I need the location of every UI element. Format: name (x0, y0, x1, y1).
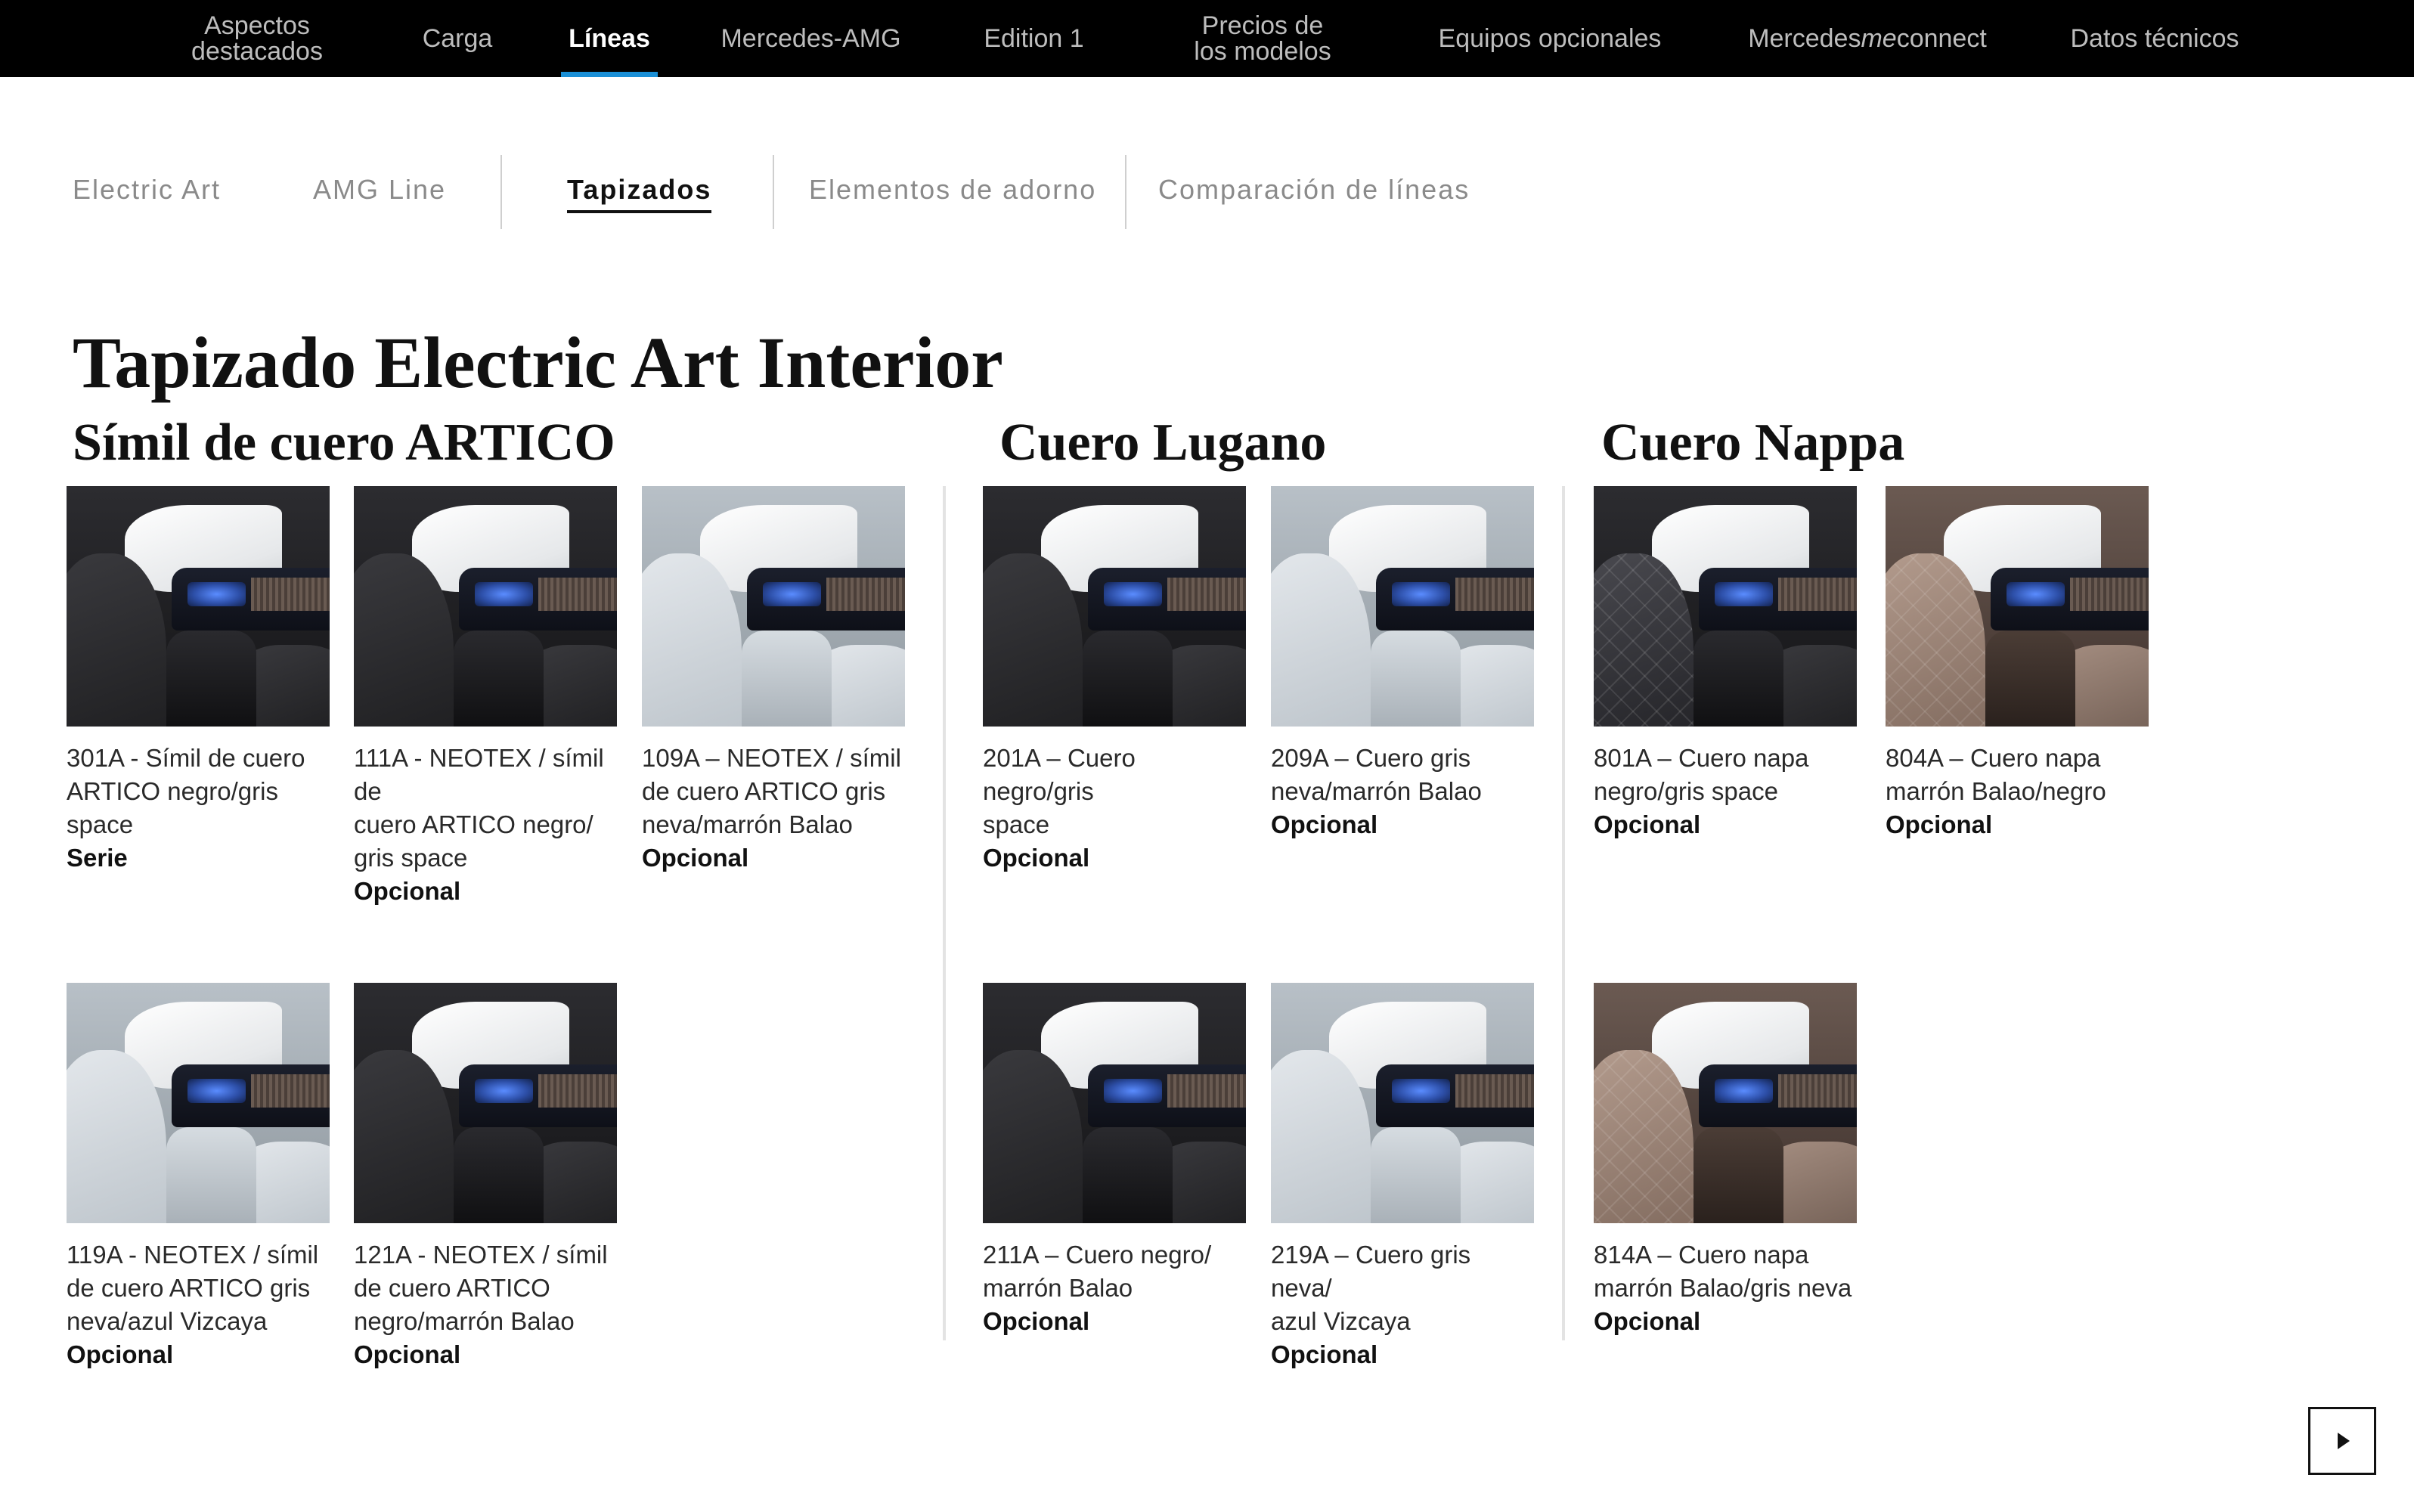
tab-elementos-adorno[interactable]: Elementos de adorno (809, 174, 1096, 206)
upholstery-status: Opcional (983, 844, 1090, 872)
tab-divider (773, 155, 774, 229)
upholstery-status: Opcional (1594, 810, 1701, 838)
upholstery-description: 219A – Cuero gris neva/ azul Vizcaya (1271, 1241, 1471, 1335)
nav-item-datos-tecnicos[interactable]: Datos técnicos (2064, 0, 2245, 77)
upholstery-swatch-image (354, 983, 617, 1223)
upholstery-status: Opcional (642, 844, 749, 872)
upholstery-description: 814A – Cuero napa marrón Balao/gris neva (1594, 1241, 1852, 1302)
upholstery-card-814a[interactable]: 814A – Cuero napa marrón Balao/gris neva… (1594, 983, 1857, 1338)
upholstery-description: 209A – Cuero gris neva/marrón Balao (1271, 744, 1482, 805)
upholstery-swatch-image (354, 486, 617, 727)
upholstery-status: Opcional (1271, 1340, 1378, 1368)
play-icon (2338, 1433, 2350, 1449)
upholstery-swatch-image (1886, 486, 2149, 727)
upholstery-status: Opcional (1271, 810, 1378, 838)
column-divider (943, 486, 946, 1340)
upholstery-swatch-image (1594, 983, 1857, 1223)
upholstery-status: Opcional (983, 1307, 1090, 1335)
upholstery-card-209a[interactable]: 209A – Cuero gris neva/marrón Balao Opci… (1271, 486, 1534, 841)
tab-divider (500, 155, 502, 229)
upholstery-card-301a[interactable]: 301A - Símil de cuero ARTICO negro/gris … (67, 486, 330, 875)
upholstery-status: Opcional (354, 877, 461, 905)
section-title-lugano: Cuero Lugano (999, 414, 1327, 472)
nav-item-mercedes-me-connect[interactable]: Mercedes me connect (1731, 0, 2003, 77)
upholstery-description: 119A - NEOTEX / símil de cuero ARTICO gr… (67, 1241, 319, 1335)
tab-divider (1125, 155, 1126, 229)
upholstery-description: 301A - Símil de cuero ARTICO negro/gris … (67, 744, 305, 838)
sub-tabs: Electric Art AMG Line Tapizados Elemento… (0, 151, 2414, 234)
upholstery-description: 801A – Cuero napa negro/gris space (1594, 744, 1809, 805)
tab-electric-art[interactable]: Electric Art (73, 174, 221, 206)
section-title-nappa: Cuero Nappa (1601, 414, 1905, 472)
upholstery-card-109a[interactable]: 109A – NEOTEX / símil de cuero ARTICO gr… (642, 486, 905, 875)
upholstery-card-121a[interactable]: 121A - NEOTEX / símil de cuero ARTICO ne… (354, 983, 617, 1371)
upholstery-card-219a[interactable]: 219A – Cuero gris neva/ azul Vizcaya Opc… (1271, 983, 1534, 1371)
nav-label-me: me (1861, 24, 1897, 53)
upholstery-description: 201A – Cuero negro/gris space (983, 744, 1136, 838)
upholstery-swatch-image (642, 486, 905, 727)
upholstery-description: 211A – Cuero negro/ marrón Balao (983, 1241, 1212, 1302)
upholstery-description: 109A – NEOTEX / símil de cuero ARTICO gr… (642, 744, 901, 838)
tab-tapizados[interactable]: Tapizados (567, 174, 712, 213)
upholstery-status: Opcional (1886, 810, 1993, 838)
page-title: Tapizado Electric Art Interior (73, 322, 1003, 403)
nav-item-mercedes-amg[interactable]: Mercedes-AMG (711, 0, 911, 77)
upholstery-swatch-image (67, 486, 330, 727)
nav-item-precios-modelos[interactable]: Precios de los modelos (1179, 0, 1346, 77)
upholstery-swatch-image (983, 983, 1246, 1223)
upholstery-swatch-image (67, 983, 330, 1223)
tab-comparacion-lineas[interactable]: Comparación de líneas (1158, 174, 1470, 206)
upholstery-card-201a[interactable]: 201A – Cuero negro/gris space Opcional (983, 486, 1246, 875)
nav-item-equipos-opcionales[interactable]: Equipos opcionales (1421, 0, 1678, 77)
column-divider (1562, 486, 1565, 1340)
tab-amg-line[interactable]: AMG Line (313, 174, 446, 206)
section-title-artico: Símil de cuero ARTICO (73, 414, 615, 472)
upholstery-card-804a[interactable]: 804A – Cuero napa marrón Balao/negro Opc… (1886, 486, 2149, 841)
nav-item-lineas[interactable]: Líneas (561, 0, 658, 77)
upholstery-swatch-image (1594, 486, 1857, 727)
upholstery-status: Serie (67, 844, 128, 872)
upholstery-status: Opcional (1594, 1307, 1701, 1335)
nav-item-aspectos-destacados[interactable]: Aspectos destacados (166, 0, 348, 77)
upholstery-description: 111A - NEOTEX / símil de cuero ARTICO ne… (354, 744, 604, 872)
nav-label-part: Mercedes (1748, 24, 1861, 53)
upholstery-status: Opcional (67, 1340, 174, 1368)
top-navigation: Aspectos destacados Carga Líneas Mercede… (0, 0, 2414, 77)
nav-item-edition-1[interactable]: Edition 1 (971, 0, 1096, 77)
upholstery-card-111a[interactable]: 111A - NEOTEX / símil de cuero ARTICO ne… (354, 486, 617, 908)
upholstery-card-801a[interactable]: 801A – Cuero napa negro/gris space Opcio… (1594, 486, 1857, 841)
upholstery-swatch-image (1271, 486, 1534, 727)
upholstery-card-119a[interactable]: 119A - NEOTEX / símil de cuero ARTICO gr… (67, 983, 330, 1371)
upholstery-swatch-image (983, 486, 1246, 727)
upholstery-card-211a[interactable]: 211A – Cuero negro/ marrón Balao Opciona… (983, 983, 1246, 1338)
upholstery-description: 804A – Cuero napa marrón Balao/negro (1886, 744, 2106, 805)
upholstery-description: 121A - NEOTEX / símil de cuero ARTICO ne… (354, 1241, 608, 1335)
next-page-button[interactable] (2308, 1407, 2376, 1475)
upholstery-swatch-image (1271, 983, 1534, 1223)
nav-item-carga[interactable]: Carga (408, 0, 507, 77)
upholstery-status: Opcional (354, 1340, 461, 1368)
nav-label-part: connect (1896, 24, 1987, 53)
